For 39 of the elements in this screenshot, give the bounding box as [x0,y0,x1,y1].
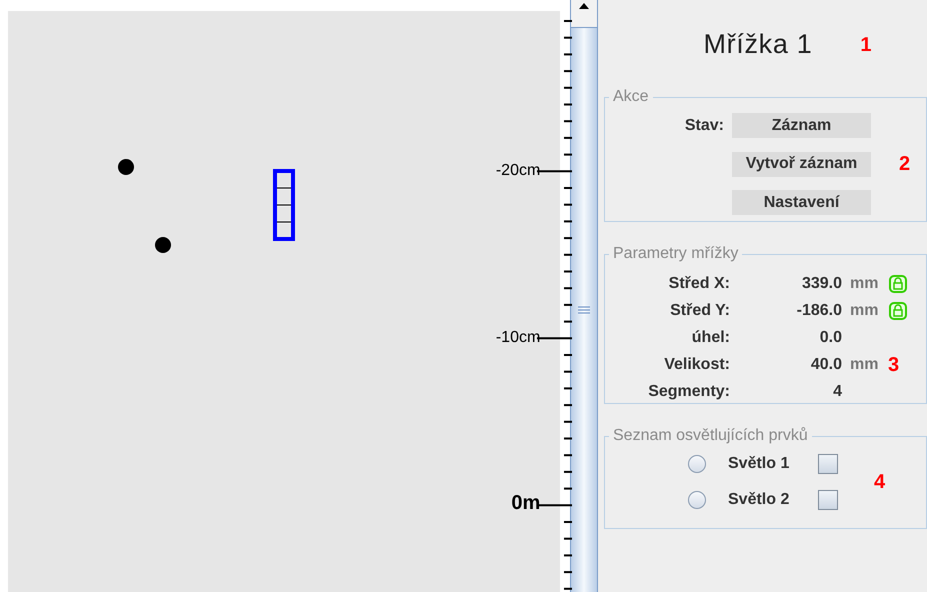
ruler-label: -10cm [496,330,540,346]
lock-icon[interactable] [888,300,908,320]
light-label: Světlo 2 [728,490,790,510]
group-title: Akce [612,87,650,107]
group-title: Parametry mřížky [612,244,740,264]
ruler-label: -20cm [496,163,540,179]
unit-label: mm [849,354,880,374]
parameter-value: 339.0 [800,274,842,294]
parameter-label: Segmenty: [647,382,730,402]
radio-button[interactable] [688,491,706,509]
annotation-number: 1 [860,32,872,58]
lock-icon[interactable] [888,274,908,294]
up-arrow-icon [578,2,590,10]
grip-icon [577,306,592,314]
parameter-label: úhel: [690,328,730,348]
annotation-number: 3 [888,352,900,378]
ruler-label: 0m [511,493,540,513]
unit-label: mm [849,300,880,320]
annotation-number: 4 [874,471,886,493]
checkbox[interactable] [818,490,838,510]
checkbox[interactable] [818,454,838,474]
parameter-value: -186.0 [796,300,842,320]
parameter-label: Velikost: [663,355,730,375]
parameter-value: 4 [832,382,842,402]
parameter-value: 0.0 [818,328,842,348]
unit-label: mm [849,274,880,294]
action-button[interactable]: Nastavení [732,190,871,215]
parameter-label: Střed X: [668,274,730,294]
scroll-up-button[interactable] [571,0,597,28]
group-title: Seznam osvětlujících prvků [612,426,809,446]
panel-title: Mřížka 1 [703,28,812,62]
status-button[interactable]: Záznam [732,113,871,138]
parameter-label: Střed Y: [669,301,730,321]
status-label: Stav: [684,116,724,136]
annotation-number: 2 [899,153,910,175]
parameter-value: 40.0 [810,354,842,374]
action-button[interactable]: Vytvoř záznam [732,152,871,176]
radio-button[interactable] [688,455,706,473]
light-label: Světlo 1 [728,454,790,474]
